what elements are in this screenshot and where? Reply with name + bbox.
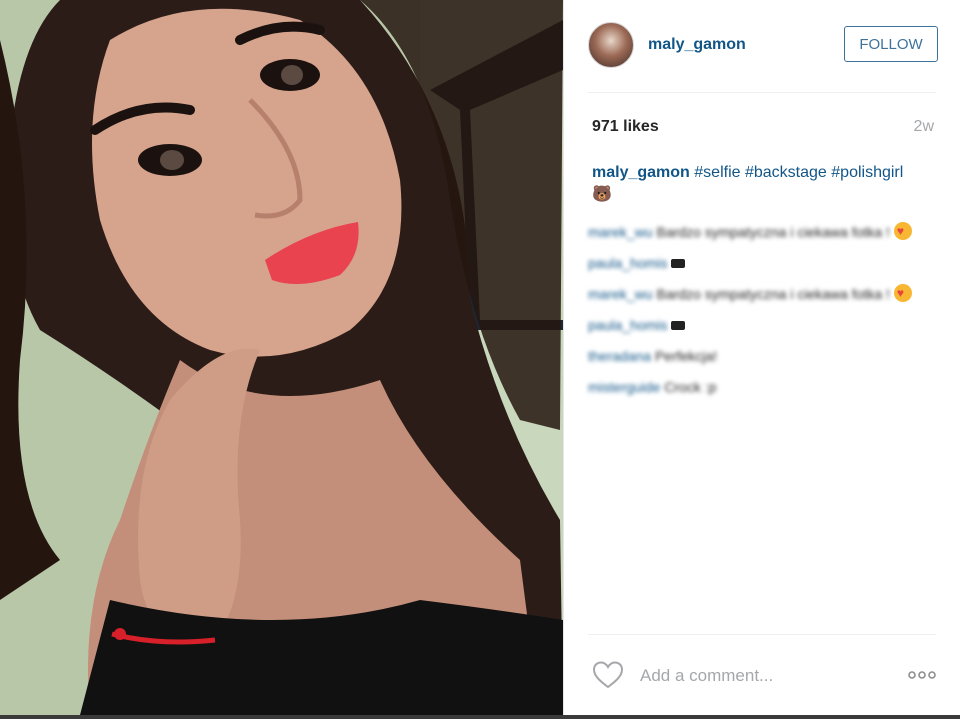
post-age[interactable]: 2w xyxy=(914,118,934,136)
heart-outline-icon[interactable] xyxy=(592,660,624,690)
post-photo[interactable] xyxy=(0,0,563,715)
comment-item: theradana Perfekcja! xyxy=(588,346,936,367)
follow-button[interactable]: FOLLOW xyxy=(844,26,938,62)
heart-eyes-icon xyxy=(893,283,912,304)
comment-item: paula_homis xyxy=(588,253,936,274)
comment-item: misterguide Crock :p xyxy=(588,377,936,398)
avatar[interactable] xyxy=(588,22,634,68)
window-bottom-edge xyxy=(0,715,960,719)
selfie-illustration xyxy=(0,0,563,715)
post-caption: maly_gamon #selfie #backstage #polishgir… xyxy=(592,162,912,206)
comment-text: Perfekcja! xyxy=(654,348,718,364)
comment-text: Bardzo sympatyczna i ciekawa fotka ! xyxy=(656,286,890,302)
post-footer xyxy=(588,636,936,714)
heart-eyes-icon xyxy=(893,221,912,242)
header-divider xyxy=(588,92,936,93)
sunglasses-icon xyxy=(671,259,686,268)
caption-username[interactable]: maly_gamon xyxy=(592,164,690,181)
comment-username[interactable]: marek_wu xyxy=(588,286,653,302)
comment-username[interactable]: theradana xyxy=(588,348,651,364)
ellipsis-icon[interactable] xyxy=(908,670,936,680)
hashtag-selfie[interactable]: #selfie xyxy=(694,164,740,181)
hashtag-polishgirl[interactable]: #polishgirl xyxy=(831,164,903,181)
post-header: maly_gamon FOLLOW xyxy=(588,20,938,72)
add-comment-input[interactable] xyxy=(638,662,882,690)
comment-text: Bardzo sympatyczna i ciekawa fotka ! xyxy=(656,224,890,240)
username-link[interactable]: maly_gamon xyxy=(648,36,746,54)
comment-username[interactable]: paula_homis xyxy=(588,317,667,333)
sunglasses-icon xyxy=(671,321,686,330)
comment-username[interactable]: misterguide xyxy=(588,379,660,395)
comment-item: paula_homis xyxy=(588,315,936,336)
footer-divider xyxy=(588,634,936,635)
post-sidebar: maly_gamon FOLLOW 971 likes 2w maly_gamo… xyxy=(563,0,960,715)
hashtag-backstage[interactable]: #backstage xyxy=(745,164,827,181)
comment-item: marek_wu Bardzo sympatyczna i ciekawa fo… xyxy=(588,221,936,243)
comment-item: marek_wu Bardzo sympatyczna i ciekawa fo… xyxy=(588,283,936,305)
comment-username[interactable]: paula_homis xyxy=(588,255,667,271)
comment-text: Crock :p xyxy=(664,379,717,395)
post-modal: maly_gamon FOLLOW 971 likes 2w maly_gamo… xyxy=(0,0,960,719)
likes-count[interactable]: 971 likes xyxy=(592,118,659,136)
comment-username[interactable]: marek_wu xyxy=(588,224,653,240)
bear-emoji: 🐻 xyxy=(592,186,612,203)
comment-list: marek_wu Bardzo sympatyczna i ciekawa fo… xyxy=(588,221,936,408)
